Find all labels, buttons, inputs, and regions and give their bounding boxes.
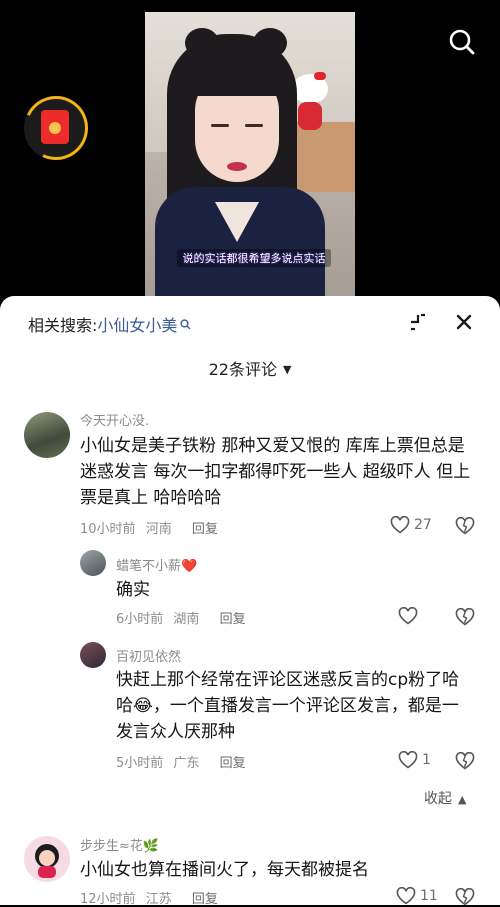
- comment-location: 广东: [173, 756, 200, 771]
- search-small-icon: [180, 318, 191, 329]
- dislike-icon[interactable]: [455, 517, 475, 535]
- avatar[interactable]: [80, 642, 106, 668]
- avatar[interactable]: [24, 836, 70, 882]
- chevron-up-icon: ▲: [458, 793, 467, 806]
- like-button[interactable]: 1: [398, 751, 431, 769]
- close-icon[interactable]: [454, 312, 474, 332]
- heart-icon: [396, 887, 416, 905]
- collapse-replies-button[interactable]: 收起 ▲: [424, 788, 466, 808]
- comment-text[interactable]: 小仙女是美子铁粉 那种又爱又恨的 库库上票但总是迷惑发言 每次一扣字都得吓死一些…: [80, 433, 478, 511]
- comment-username[interactable]: 蜡笔不小薪❤️: [116, 555, 197, 574]
- comment-text[interactable]: 快赶上那个经常在评论区迷惑反言的cp粉了哈哈😂，一个直播发言一个评论区发言，都是…: [116, 667, 464, 745]
- comment-meta: 5小时前 广东 回复: [116, 752, 246, 771]
- comment-time: 5小时前: [116, 756, 164, 771]
- minimize-icon[interactable]: [408, 312, 428, 332]
- like-button[interactable]: 27: [390, 516, 432, 534]
- comment-count[interactable]: 22条评论 ▼: [0, 356, 500, 380]
- dislike-icon[interactable]: [455, 608, 475, 626]
- comment-username[interactable]: 今天开心没.: [80, 410, 149, 429]
- comment-location: 湖南: [173, 612, 200, 627]
- avatar[interactable]: [80, 550, 106, 576]
- video-caption: 说的实话都很希望多说点实话: [177, 249, 331, 267]
- video-player[interactable]: 说的实话都很希望多说点实话: [0, 0, 500, 300]
- reply-button[interactable]: 回复: [220, 756, 246, 771]
- eye-left: [211, 124, 229, 127]
- red-packet-widget[interactable]: [14, 86, 98, 170]
- comment-location: 河南: [145, 522, 172, 537]
- heart-icon: [398, 607, 418, 625]
- comment-username[interactable]: 步步生≈花🌿: [80, 835, 159, 854]
- comment-time: 10小时前: [80, 522, 136, 537]
- comment-meta: 6小时前 湖南 回复: [116, 608, 246, 627]
- eye-right: [245, 124, 263, 127]
- comment-meta: 12小时前 江苏 回复: [80, 888, 218, 907]
- heart-icon: [398, 751, 418, 769]
- red-envelope-icon: [41, 110, 69, 144]
- collapse-label: 收起: [424, 791, 452, 807]
- search-icon[interactable]: [448, 28, 476, 56]
- related-search-query[interactable]: 小仙女小美: [97, 312, 177, 336]
- dislike-icon[interactable]: [455, 752, 475, 770]
- related-search[interactable]: 相关搜索: 小仙女小美: [28, 312, 191, 336]
- comment-sheet: 相关搜索: 小仙女小美 22条评论 ▼ 今天开心没. 小仙女是美子铁粉 那种又爱又…: [0, 296, 500, 907]
- bangs: [189, 52, 285, 96]
- dislike-icon[interactable]: [455, 888, 475, 906]
- caret-down-icon: ▼: [282, 363, 292, 376]
- comment-meta: 10小时前 河南 回复: [80, 518, 218, 537]
- comment-text[interactable]: 小仙女也算在播间火了，每天都被提名: [80, 857, 478, 883]
- heart-icon: [390, 516, 410, 534]
- like-count: 1: [422, 752, 431, 768]
- video-frame[interactable]: 说的实话都很希望多说点实话: [145, 12, 355, 300]
- like-count: 27: [414, 517, 432, 533]
- comment-time: 6小时前: [116, 612, 164, 627]
- reply-button[interactable]: 回复: [220, 612, 246, 627]
- like-button[interactable]: [398, 607, 422, 625]
- reply-button[interactable]: 回复: [192, 522, 218, 537]
- avatar[interactable]: [24, 412, 70, 458]
- comment-text[interactable]: 确实: [116, 577, 456, 603]
- comment-count-label: 22条评论: [208, 360, 277, 379]
- like-button[interactable]: 11: [396, 887, 438, 905]
- comment-username[interactable]: 百初见依然: [116, 646, 181, 665]
- avatar-cartoon-icon: [35, 844, 59, 878]
- related-search-prefix: 相关搜索:: [28, 316, 98, 335]
- like-count: 11: [420, 888, 438, 904]
- mouth: [227, 162, 247, 171]
